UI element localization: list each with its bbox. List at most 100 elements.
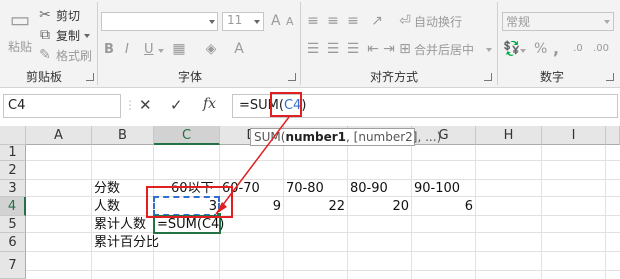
shrink-font-button[interactable]: A bbox=[286, 15, 294, 28]
column-header-a[interactable]: A bbox=[26, 126, 92, 145]
comma-button[interactable]: , bbox=[553, 39, 559, 58]
name-box[interactable]: C4 bbox=[3, 94, 121, 118]
decrease-indent-icon[interactable]: ⇤ bbox=[366, 42, 380, 56]
excel-window: ▭ 粘贴 ✂ 剪切 ⧉ 复制 ✎ 格式刷 剪贴板 11 A A B I U ▦ … bbox=[0, 0, 620, 279]
paste-button[interactable]: 粘贴 bbox=[8, 38, 32, 55]
format-painter-button[interactable]: 格式刷 bbox=[56, 47, 92, 64]
ribbon-divider bbox=[497, 2, 498, 85]
fill-color-icon[interactable]: ◈ bbox=[204, 42, 218, 56]
gridline bbox=[26, 251, 620, 252]
cell-d3[interactable]: 60-70 bbox=[222, 181, 260, 197]
cell-b4[interactable]: 人数 bbox=[94, 199, 120, 215]
row-header-5[interactable]: 5 bbox=[0, 216, 26, 233]
active-cell-c5[interactable]: =SUM(C4) bbox=[153, 215, 224, 234]
wrap-text-icon[interactable]: ⏎ bbox=[398, 14, 412, 28]
alignment-group-label: 对齐方式 bbox=[370, 70, 419, 84]
tooltip-rest: , [number2], ...) bbox=[346, 130, 442, 144]
name-box-value: C4 bbox=[8, 98, 26, 113]
cell-d4[interactable]: 9 bbox=[220, 199, 281, 215]
enter-icon[interactable]: ✓ bbox=[170, 96, 183, 114]
grow-font-button[interactable]: A bbox=[271, 13, 281, 29]
cell-e4[interactable]: 22 bbox=[284, 199, 345, 215]
column-header-h[interactable]: H bbox=[476, 126, 542, 145]
column-header-b[interactable]: B bbox=[92, 126, 154, 145]
orientation-icon[interactable]: ↗ bbox=[370, 14, 384, 28]
gridline bbox=[26, 215, 620, 216]
currency-icon[interactable]: 💱 bbox=[503, 42, 520, 56]
formula-prefix: =SUM( bbox=[239, 98, 284, 113]
clipboard-group-label: 剪贴板 bbox=[26, 70, 63, 84]
row-header-3[interactable]: 3 bbox=[0, 180, 26, 197]
merge-center-icon[interactable]: ⊞ bbox=[398, 42, 412, 56]
formula-input[interactable]: =SUM(C4) bbox=[232, 94, 618, 118]
row-header-6[interactable]: 6 bbox=[0, 233, 26, 252]
align-top-icon[interactable]: ≡ bbox=[306, 14, 320, 28]
borders-icon[interactable]: ▦ bbox=[172, 42, 186, 56]
copy-button[interactable]: 复制 bbox=[56, 27, 80, 44]
cell-c3[interactable]: 60以下 bbox=[171, 181, 214, 197]
gridline bbox=[26, 179, 620, 180]
column-header-c[interactable]: C bbox=[154, 126, 220, 145]
number-group-label: 数字 bbox=[540, 70, 565, 84]
copy-icon[interactable]: ⧉ bbox=[38, 28, 52, 42]
cell-b6[interactable]: 累计百分比 bbox=[94, 235, 159, 251]
gridline bbox=[541, 145, 542, 279]
namebox-dropdown-icon[interactable]: ⋮ bbox=[124, 98, 136, 112]
copy-dropdown-icon[interactable] bbox=[84, 34, 90, 38]
wrap-text-button[interactable]: 自动换行 bbox=[414, 13, 462, 30]
ribbon: ▭ 粘贴 ✂ 剪切 ⧉ 复制 ✎ 格式刷 剪贴板 11 A A B I U ▦ … bbox=[0, 0, 620, 88]
gridline bbox=[605, 145, 606, 279]
align-bottom-icon[interactable]: ≡ bbox=[346, 14, 360, 28]
cell-f4[interactable]: 20 bbox=[348, 199, 409, 215]
cell-e3[interactable]: 70-80 bbox=[286, 181, 324, 197]
cut-icon[interactable]: ✂ bbox=[38, 8, 52, 22]
increase-decimal-icon[interactable]: .0 bbox=[568, 42, 588, 56]
tooltip-function: SUM( bbox=[254, 130, 286, 144]
paste-icon[interactable]: ▭ bbox=[8, 8, 32, 34]
font-name-dropdown-icon[interactable] bbox=[209, 20, 215, 24]
merge-center-button[interactable]: 合并后居中 bbox=[414, 41, 474, 58]
column-header-i[interactable]: I bbox=[542, 126, 606, 145]
bold-button[interactable]: B bbox=[104, 42, 114, 57]
format-painter-icon[interactable]: ✎ bbox=[38, 48, 52, 62]
row-header-4[interactable]: 4 bbox=[0, 197, 26, 216]
row-header-7[interactable]: 7 bbox=[0, 252, 26, 279]
increase-indent-icon[interactable]: ⇥ bbox=[382, 42, 396, 56]
row-header-2[interactable]: 2 bbox=[0, 161, 26, 180]
align-middle-icon[interactable]: ≡ bbox=[326, 14, 340, 28]
number-format-dropdown-icon[interactable] bbox=[604, 20, 610, 24]
percent-button[interactable]: % bbox=[534, 41, 547, 57]
cell-b5[interactable]: 累计人数 bbox=[94, 217, 146, 233]
select-all-button[interactable] bbox=[0, 126, 26, 145]
number-launcher-icon[interactable] bbox=[606, 73, 614, 81]
row-header-1[interactable]: 1 bbox=[0, 145, 26, 161]
decrease-decimal-icon[interactable]: .00 bbox=[590, 42, 612, 56]
ribbon-divider bbox=[97, 2, 98, 85]
align-right-icon[interactable]: ☰ bbox=[346, 42, 360, 56]
clipboard-launcher-icon[interactable] bbox=[86, 73, 94, 81]
function-tooltip: SUM(number1, [number2], ...) bbox=[250, 128, 441, 146]
align-center-icon[interactable]: ☰ bbox=[326, 42, 340, 56]
font-color-icon[interactable]: A bbox=[232, 42, 246, 56]
gridline bbox=[26, 160, 620, 161]
underline-button[interactable]: U bbox=[144, 42, 154, 57]
cell-g4[interactable]: 6 bbox=[412, 199, 473, 215]
formula-text: =SUM(C4) bbox=[239, 98, 306, 113]
alignment-launcher-icon[interactable] bbox=[484, 73, 492, 81]
font-size-dropdown-icon[interactable] bbox=[254, 20, 260, 24]
merge-center-dropdown-icon[interactable] bbox=[486, 48, 492, 52]
reference-highlight-c4 bbox=[153, 196, 220, 216]
underline-dropdown-icon[interactable] bbox=[158, 49, 164, 53]
align-left-icon[interactable]: ☰ bbox=[306, 42, 320, 56]
font-launcher-icon[interactable] bbox=[288, 73, 296, 81]
cancel-icon[interactable]: ✕ bbox=[139, 96, 152, 114]
currency-dropdown-icon[interactable] bbox=[520, 49, 526, 53]
font-name-combo[interactable] bbox=[101, 12, 218, 31]
cell-f3[interactable]: 80-90 bbox=[350, 181, 388, 197]
gridline bbox=[475, 145, 476, 279]
italic-button[interactable]: I bbox=[125, 42, 129, 57]
cell-g3[interactable]: 90-100 bbox=[414, 181, 460, 197]
insert-function-icon[interactable]: fx bbox=[203, 96, 216, 112]
cell-b3[interactable]: 分数 bbox=[94, 181, 120, 197]
cut-button[interactable]: 剪切 bbox=[56, 7, 80, 24]
